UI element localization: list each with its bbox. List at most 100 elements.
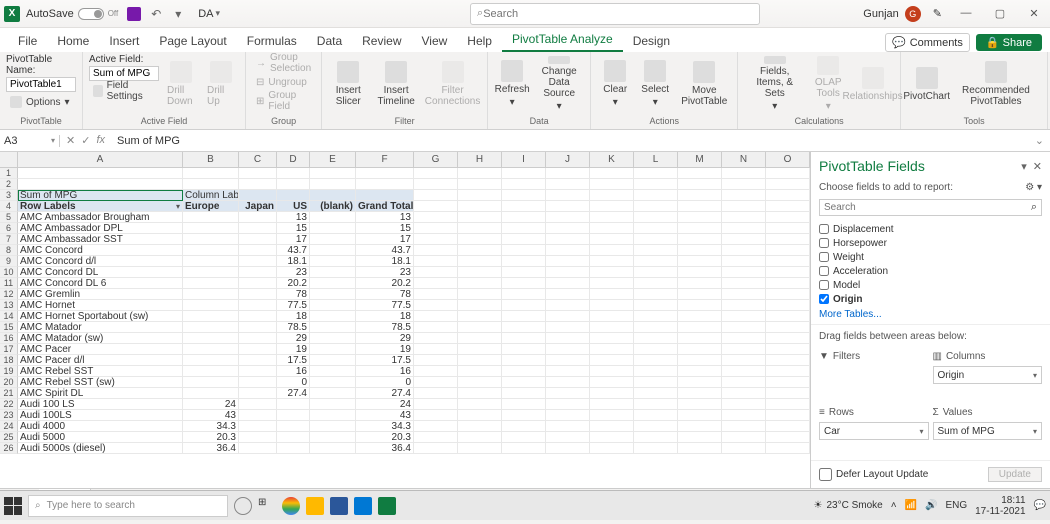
cell[interactable] xyxy=(310,179,356,190)
dropdown-icon[interactable]: ▾ xyxy=(176,201,180,212)
wifi-icon[interactable]: 📶 xyxy=(905,500,917,511)
row-header[interactable]: 23 xyxy=(0,410,18,421)
cell[interactable] xyxy=(414,179,458,190)
row-header[interactable]: 14 xyxy=(0,311,18,322)
gear-icon[interactable]: ⚙ ▾ xyxy=(1025,182,1042,193)
name-box[interactable]: A3 xyxy=(0,135,60,147)
cell-label[interactable]: Audi 100LS xyxy=(18,410,183,421)
cell-label[interactable]: Audi 4000 xyxy=(18,421,183,432)
cell[interactable] xyxy=(678,179,722,190)
row-header[interactable]: 15 xyxy=(0,322,18,333)
cell[interactable] xyxy=(277,168,310,179)
row-header[interactable]: 10 xyxy=(0,267,18,278)
cell[interactable] xyxy=(766,179,810,190)
cell[interactable] xyxy=(678,168,722,179)
cell-label[interactable]: AMC Matador xyxy=(18,322,183,333)
insert-slicer-button[interactable]: Insert Slicer xyxy=(328,54,368,114)
insert-timeline-button[interactable]: Insert Timeline xyxy=(372,54,420,114)
cell-label[interactable]: Audi 100 LS xyxy=(18,399,183,410)
cell-label[interactable]: AMC Matador (sw) xyxy=(18,333,183,344)
spreadsheet-grid[interactable]: ABCDEFGHIJKLMNO 123Sum of MPGColumn Labe… xyxy=(0,152,810,488)
active-field-input[interactable] xyxy=(89,66,159,81)
field-checkbox[interactable] xyxy=(819,252,829,262)
dropdown-button[interactable]: ▾ xyxy=(170,6,186,22)
doc-dropdown-icon[interactable]: ▾ xyxy=(216,8,221,19)
cell[interactable] xyxy=(18,179,183,190)
rows-field[interactable]: Car xyxy=(819,422,929,440)
row-header[interactable]: 18 xyxy=(0,355,18,366)
tab-design[interactable]: Design xyxy=(623,30,680,52)
cell-label[interactable]: AMC Concord xyxy=(18,245,183,256)
enter-icon[interactable]: ✓ xyxy=(81,134,90,147)
col-header-F[interactable]: F xyxy=(356,152,414,167)
row-header[interactable]: 3 xyxy=(0,190,18,201)
row-header[interactable]: 25 xyxy=(0,432,18,443)
cell-label[interactable]: AMC Concord d/l xyxy=(18,256,183,267)
cell[interactable] xyxy=(310,168,356,179)
cell[interactable] xyxy=(722,179,766,190)
row-header[interactable]: 22 xyxy=(0,399,18,410)
row-header[interactable]: 11 xyxy=(0,278,18,289)
columns-field[interactable]: Origin xyxy=(933,366,1043,384)
defer-checkbox[interactable] xyxy=(819,468,832,481)
pen-icon[interactable]: ✎ xyxy=(933,7,942,20)
row-header[interactable]: 5 xyxy=(0,212,18,223)
task-view-icon[interactable]: ⊞ xyxy=(258,497,276,515)
tab-help[interactable]: Help xyxy=(457,30,502,52)
row-header[interactable]: 7 xyxy=(0,234,18,245)
tab-insert[interactable]: Insert xyxy=(99,30,149,52)
col-header-L[interactable]: L xyxy=(634,152,678,167)
cell-label[interactable]: AMC Pacer xyxy=(18,344,183,355)
tab-pivottable-analyze[interactable]: PivotTable Analyze xyxy=(502,28,623,52)
row-header[interactable]: 8 xyxy=(0,245,18,256)
cell[interactable] xyxy=(277,179,310,190)
close-button[interactable]: ✕ xyxy=(1022,7,1046,20)
col-header-M[interactable]: M xyxy=(678,152,722,167)
field-checkbox[interactable] xyxy=(819,266,829,276)
chrome-icon[interactable] xyxy=(282,497,300,515)
row-header[interactable]: 24 xyxy=(0,421,18,432)
cell[interactable] xyxy=(18,168,183,179)
cell-row-labels[interactable]: Row Labels▾ xyxy=(18,201,183,212)
cancel-icon[interactable]: ✕ xyxy=(66,134,75,147)
language-indicator[interactable]: ENG xyxy=(945,500,967,511)
volume-icon[interactable]: 🔊 xyxy=(925,500,937,511)
cell[interactable] xyxy=(546,179,590,190)
pane-search-input[interactable] xyxy=(824,202,1031,213)
recommended-button[interactable]: Recommended PivotTables xyxy=(951,54,1042,114)
cell[interactable] xyxy=(766,168,810,179)
cell-label[interactable]: AMC Spirit DL xyxy=(18,388,183,399)
cell[interactable] xyxy=(356,168,414,179)
row-header[interactable]: 9 xyxy=(0,256,18,267)
field-checkbox[interactable] xyxy=(819,238,829,248)
cell-label[interactable]: AMC Hornet xyxy=(18,300,183,311)
cell[interactable] xyxy=(414,168,458,179)
cell[interactable] xyxy=(356,179,414,190)
cell-label[interactable]: AMC Pacer d/l xyxy=(18,355,183,366)
cell-label[interactable]: AMC Ambassador SST xyxy=(18,234,183,245)
cell-label[interactable]: AMC Gremlin xyxy=(18,289,183,300)
tab-data[interactable]: Data xyxy=(307,30,352,52)
clock-date[interactable]: 17-11-2021 xyxy=(975,506,1025,517)
change-source-button[interactable]: Change Data Source ▾ xyxy=(534,54,584,114)
cell[interactable] xyxy=(590,179,634,190)
row-header[interactable]: 1 xyxy=(0,168,18,179)
values-area[interactable]: ΣValues Sum of MPG xyxy=(933,404,1043,456)
field-checkbox[interactable] xyxy=(819,294,829,304)
store-icon[interactable] xyxy=(354,497,372,515)
row-header[interactable]: 21 xyxy=(0,388,18,399)
tab-file[interactable]: File xyxy=(8,30,47,52)
row-header[interactable]: 6 xyxy=(0,223,18,234)
select-all-corner[interactable] xyxy=(0,152,18,167)
col-header-N[interactable]: N xyxy=(722,152,766,167)
excel-taskbar-icon[interactable] xyxy=(378,497,396,515)
row-header[interactable]: 26 xyxy=(0,443,18,454)
options-button[interactable]: Options ▾ xyxy=(6,93,76,111)
select-button[interactable]: Select ▾ xyxy=(637,54,673,114)
col-header-E[interactable]: E xyxy=(310,152,356,167)
word-icon[interactable] xyxy=(330,497,348,515)
field-item[interactable]: Weight xyxy=(819,250,1042,264)
values-field[interactable]: Sum of MPG xyxy=(933,422,1043,440)
save-button[interactable] xyxy=(126,6,142,22)
cell-sum-of-mpg[interactable]: Sum of MPG xyxy=(18,190,183,201)
